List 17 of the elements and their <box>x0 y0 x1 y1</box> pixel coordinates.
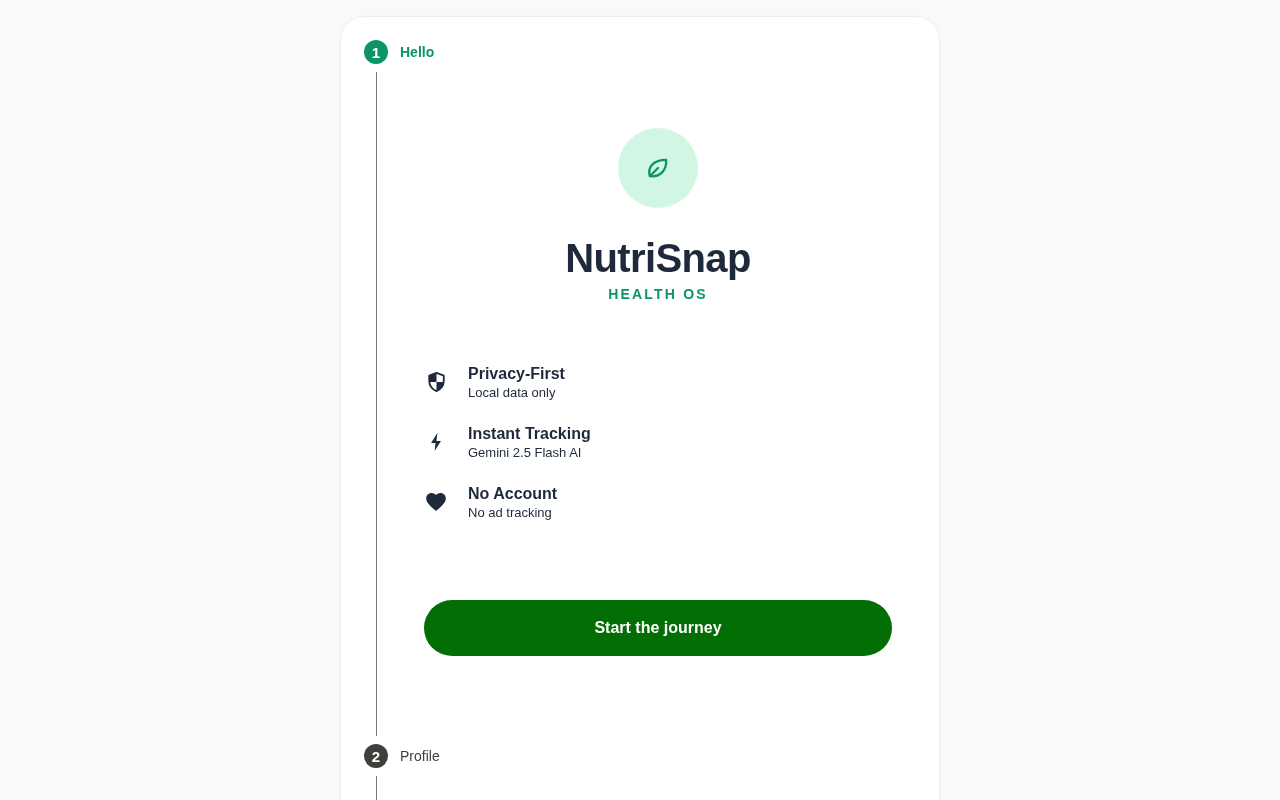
feature-subtitle: Gemini 2.5 Flash AI <box>468 445 582 461</box>
step-label: Hello <box>400 43 435 61</box>
feature-title: Privacy-First <box>468 364 565 384</box>
feature-title: No Account <box>468 484 558 504</box>
feature-subtitle: Local data only <box>468 385 556 401</box>
step-number: 2 <box>364 744 388 768</box>
feature-subtitle: No ad tracking <box>468 505 552 521</box>
step-label: Profile <box>400 747 440 765</box>
heart-icon <box>426 493 446 511</box>
lightning-bolt-icon <box>431 433 441 451</box>
start-journey-button[interactable]: Start the journey <box>424 600 892 656</box>
shield-icon <box>427 372 445 392</box>
leaf-icon <box>618 128 698 208</box>
step-number: 1 <box>364 40 388 64</box>
app-tagline: HEALTH OS <box>608 285 708 304</box>
feature-title: Instant Tracking <box>468 424 591 444</box>
app-title: NutriSnap <box>565 235 751 282</box>
